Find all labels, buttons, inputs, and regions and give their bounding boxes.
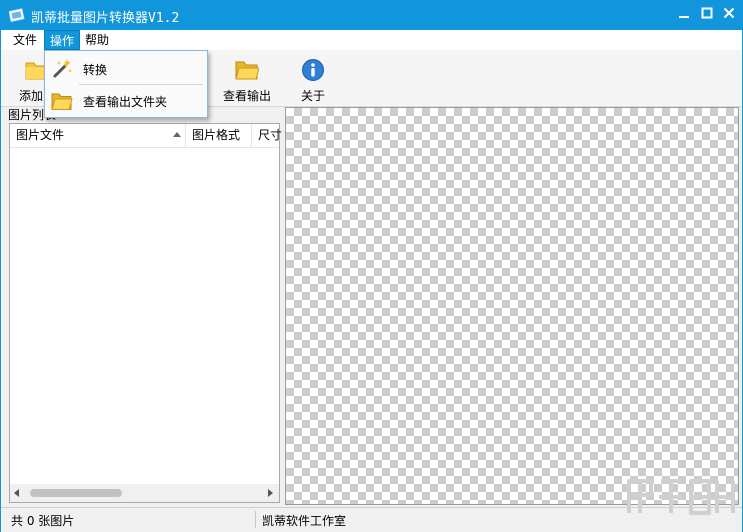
image-preview — [285, 107, 739, 505]
scroll-left-icon[interactable] — [14, 489, 19, 497]
about-label: 关于 — [300, 89, 325, 103]
app-window: 凯蒂批量图片转换器V1.2 文件 操作 帮助 添加图 查看输出 关于 图片列表 … — [0, 0, 743, 532]
about-button[interactable]: 关于 — [283, 56, 343, 103]
view-output-button[interactable]: 查看输出 — [217, 56, 277, 103]
menu-item-view-output-folder[interactable]: 查看输出文件夹 — [45, 86, 207, 116]
status-studio: 凯蒂软件工作室 — [262, 514, 347, 528]
menu-separator — [79, 84, 203, 85]
column-header-format-label: 图片格式 — [192, 128, 241, 142]
column-header-size[interactable]: 尺寸 — [252, 124, 282, 147]
close-icon — [723, 7, 735, 19]
column-header-format[interactable]: 图片格式 — [186, 124, 252, 147]
column-header-file[interactable]: 图片文件 — [10, 124, 186, 147]
menu-item-convert-label: 转换 — [83, 63, 108, 77]
minimize-icon — [679, 16, 689, 18]
folder-open-icon — [235, 61, 259, 80]
app-icon — [9, 8, 25, 22]
status-image-count: 共 0 张图片 — [11, 514, 75, 528]
view-output-label: 查看输出 — [222, 89, 271, 103]
menu-item-view-output-folder-label: 查看输出文件夹 — [83, 95, 168, 109]
scroll-right-icon[interactable] — [268, 489, 273, 497]
status-divider — [255, 511, 256, 528]
sort-ascending-icon — [173, 132, 181, 137]
menu-item-convert[interactable]: 转换 — [45, 54, 207, 84]
folder-open-icon — [51, 93, 73, 110]
minimize-button[interactable] — [673, 5, 695, 25]
info-icon — [302, 59, 324, 81]
operation-dropdown-menu: 转换 查看输出文件夹 — [44, 50, 208, 118]
menu-file[interactable]: 文件 — [8, 30, 42, 50]
scrollbar-thumb[interactable] — [30, 489, 122, 497]
menu-help[interactable]: 帮助 — [80, 30, 114, 50]
watermark-logo — [627, 479, 735, 515]
column-header-size-label: 尺寸 — [258, 128, 282, 142]
magic-wand-icon — [53, 59, 72, 78]
maximize-icon — [701, 7, 713, 19]
list-header: 图片文件 图片格式 尺寸 — [10, 124, 282, 148]
close-button[interactable] — [718, 5, 740, 25]
horizontal-scrollbar[interactable] — [10, 484, 279, 502]
menu-bar: 文件 操作 帮助 — [1, 30, 742, 50]
column-header-file-label: 图片文件 — [16, 128, 65, 142]
image-list[interactable]: 图片文件 图片格式 尺寸 — [9, 123, 282, 503]
window-title: 凯蒂批量图片转换器V1.2 — [31, 11, 180, 26]
maximize-button[interactable] — [696, 5, 718, 25]
menu-operation[interactable]: 操作 — [44, 30, 81, 50]
title-bar: 凯蒂批量图片转换器V1.2 — [1, 1, 742, 30]
